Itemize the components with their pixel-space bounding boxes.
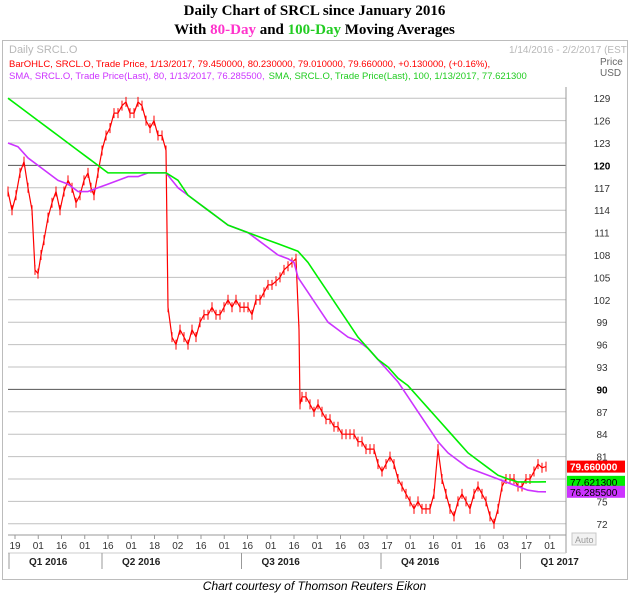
title-80-day: 80-Day: [210, 22, 256, 38]
y-tick-label: 93: [596, 363, 608, 374]
date-range-label: 1/14/2016 - 2/2/2017 (EST): [509, 45, 627, 56]
quarter-label: Q4 2016: [401, 557, 440, 568]
y-tick-label: 72: [596, 520, 608, 531]
auto-scale-label: Auto: [575, 535, 594, 545]
x-axis: 19 01 16 01 16 01 18 02 16 01 16 01 16 01 16 03 17 01 16 01…: [8, 534, 580, 569]
x-tick-label: 16: [335, 541, 347, 552]
x-tick-label: 16: [288, 541, 300, 552]
title-line-1: Daily Chart of SRCL since January 2016: [183, 3, 446, 19]
y-tick-label: 114: [594, 206, 610, 217]
title-mid: and: [255, 22, 288, 38]
y-tick-label: 105: [594, 273, 611, 284]
price-axis-title: Price: [600, 57, 623, 68]
legend-sma100: SMA, SRCL.O, Trade Price(Last), 100, 1/1…: [269, 71, 527, 82]
sma100-line: [7, 97, 547, 483]
x-tick-label: 18: [149, 541, 161, 552]
title-100-day: 100-Day: [287, 22, 341, 38]
x-tick-label: 02: [172, 541, 184, 552]
badge-sma80-label: 76.285500: [570, 488, 618, 499]
quarter-label: Q3 2016: [262, 557, 301, 568]
quarter-label: Q1 2016: [29, 557, 68, 568]
x-tick-label: 16: [242, 541, 254, 552]
grid-lines: [8, 97, 566, 525]
x-tick-label: 16: [102, 541, 114, 552]
instrument-label: Daily SRCL.O: [9, 44, 78, 56]
legend: BarOHLC, SRCL.O, Trade Price, 1/13/2017,…: [9, 59, 527, 82]
x-tick-label: 17: [381, 541, 393, 552]
title-prefix: With: [174, 22, 211, 38]
quarter-label: Q1 2017: [541, 557, 580, 568]
x-tick-label: 01: [544, 541, 556, 552]
x-tick-label: 16: [195, 541, 207, 552]
y-tick-label: 75: [596, 497, 608, 508]
y-tick-label: 117: [594, 184, 610, 195]
chart-panel[interactable]: Daily SRCL.O 1/14/2016 - 2/2/2017 (EST) …: [2, 40, 629, 580]
y-tick-label: 108: [594, 251, 611, 262]
legend-sma80: SMA, SRCL.O, Trade Price(Last), 80, 1/13…: [9, 71, 265, 82]
title-line-2: With 80-Day and 100-Day Moving Averages: [0, 21, 629, 40]
x-tick-label: 01: [405, 541, 417, 552]
y-tick-label: 129: [594, 94, 611, 105]
x-tick-label: 01: [451, 541, 463, 552]
caption: Chart courtesy of Thomson Reuters Eikon: [202, 579, 427, 593]
x-tick-label: 01: [219, 541, 231, 552]
y-tick-label: 87: [596, 408, 608, 419]
y-tick-label: 84: [596, 430, 608, 441]
x-tick-label: 01: [312, 541, 324, 552]
x-tick-label: 01: [126, 541, 138, 552]
series-layer: [7, 96, 547, 529]
badge-close-label: 79.660000: [570, 463, 618, 474]
legend-sma: SMA, SRCL.O, Trade Price(Last), 80, 1/13…: [9, 71, 527, 82]
y-tick-label: 90: [596, 385, 608, 396]
sma80-line: [7, 142, 547, 493]
y-tick-label: 126: [594, 117, 611, 128]
x-tick-label: 16: [474, 541, 486, 552]
x-tick-label: 16: [56, 541, 68, 552]
x-tick-label: 19: [9, 541, 21, 552]
x-tick-label: 03: [358, 541, 370, 552]
y-tick-label: 102: [594, 296, 611, 307]
last-value-badges: 79.66000077.62130076.285500: [567, 460, 625, 499]
currency-axis-title: USD: [600, 68, 621, 79]
quarter-label: Q2 2016: [122, 557, 161, 568]
y-tick-label: 99: [596, 318, 608, 329]
x-tick-label: 01: [265, 541, 277, 552]
y-tick-label: 96: [596, 341, 608, 352]
x-tick-label: 01: [33, 541, 45, 552]
chart-svg[interactable]: Daily SRCL.O 1/14/2016 - 2/2/2017 (EST) …: [3, 41, 629, 579]
x-tick-label: 16: [428, 541, 440, 552]
legend-ohlc: BarOHLC, SRCL.O, Trade Price, 1/13/2017,…: [9, 59, 490, 70]
chart-title: Daily Chart of SRCL since January 2016 W…: [0, 2, 629, 40]
y-tick-label: 123: [594, 139, 611, 150]
x-tick-label: 17: [521, 541, 533, 552]
x-tick-label: 01: [79, 541, 91, 552]
y-tick-label: 120: [594, 161, 611, 172]
x-tick-label: 03: [498, 541, 510, 552]
title-suffix: Moving Averages: [340, 22, 455, 38]
y-tick-label: 111: [594, 229, 610, 240]
